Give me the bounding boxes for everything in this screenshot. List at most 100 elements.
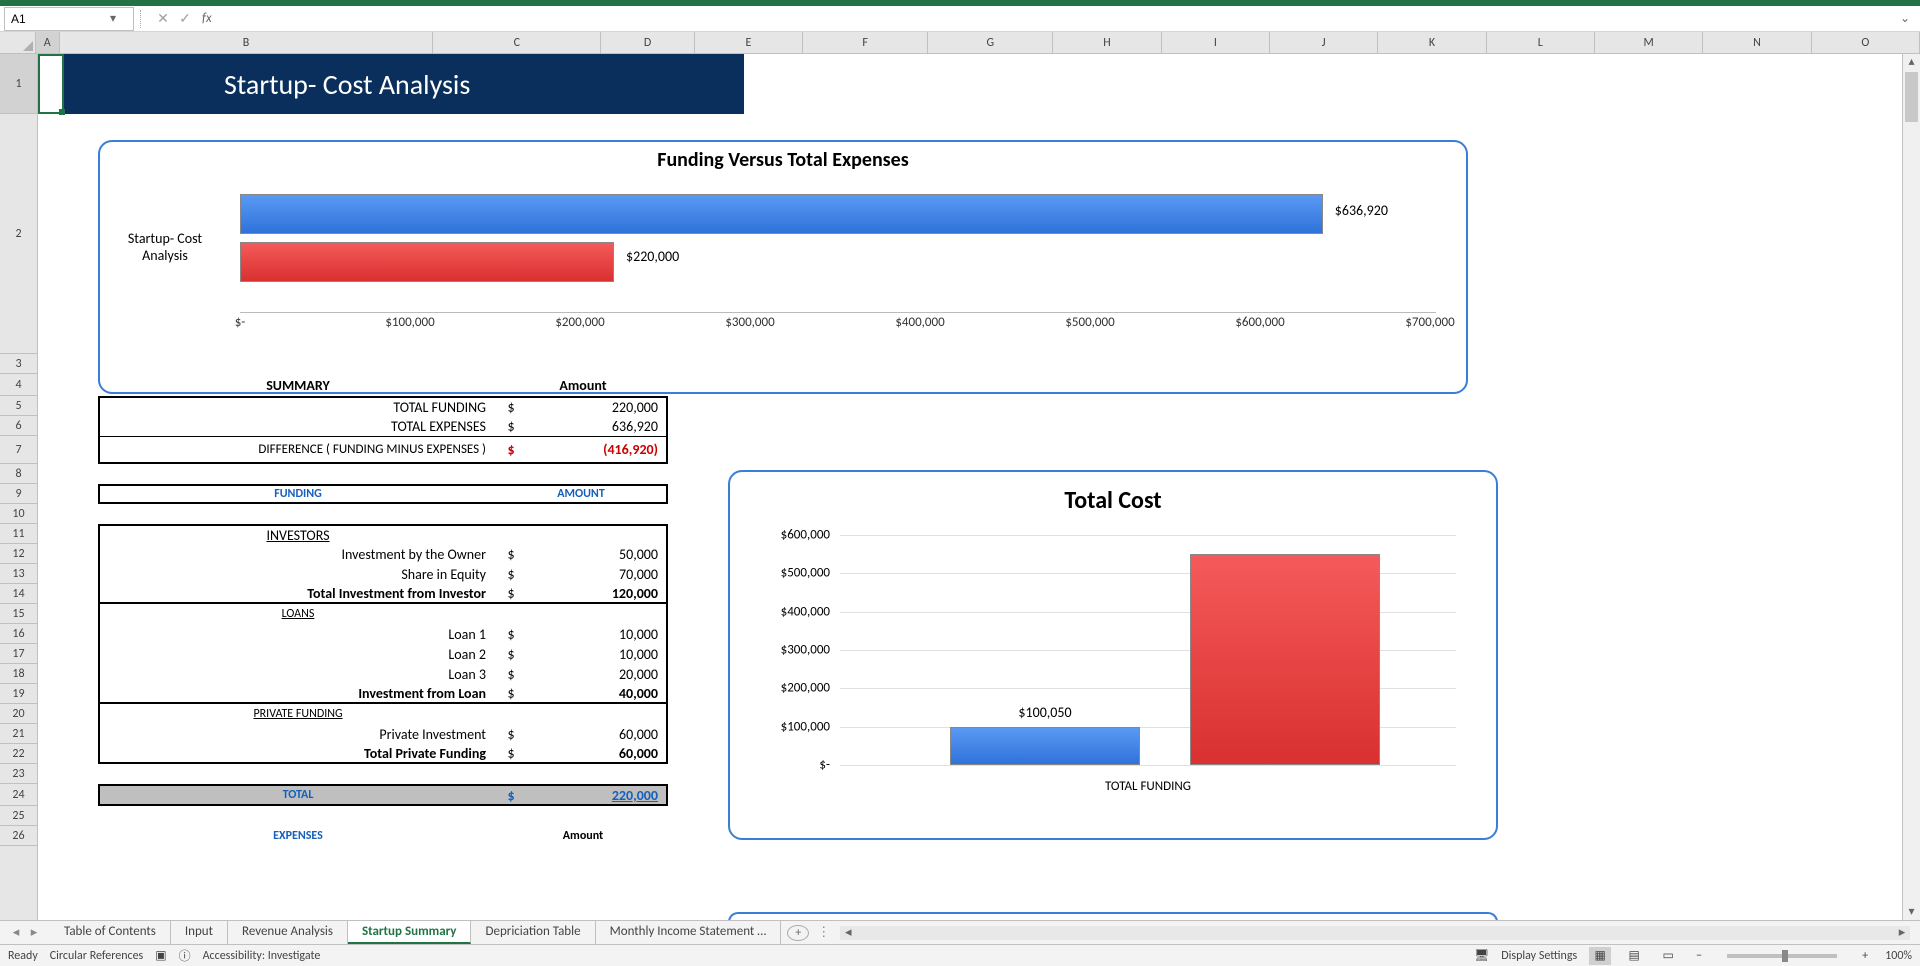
worksheet-canvas[interactable]: Startup- Cost Analysis Funding Versus To… [38, 54, 1920, 924]
chart-funding-vs-expenses[interactable]: Funding Versus Total Expenses Startup- C… [98, 140, 1468, 394]
col-header-N[interactable]: N [1703, 32, 1811, 53]
sheet-tab[interactable]: Startup Summary [348, 921, 472, 944]
row-header-6[interactable]: 6 [0, 416, 37, 436]
row-header-17[interactable]: 17 [0, 644, 37, 664]
col-header-A[interactable]: A [36, 32, 60, 53]
confirm-icon[interactable]: ✓ [174, 8, 196, 30]
column-headers: ABCDEFGHIJKLMNO [0, 32, 1920, 54]
vscroll-thumb[interactable] [1905, 72, 1918, 122]
table-row: SUMMARYAmount [98, 374, 668, 396]
sheet-tab[interactable]: Revenue Analysis [228, 921, 348, 944]
row-header-15[interactable]: 15 [0, 604, 37, 624]
row-header-7[interactable]: 7 [0, 436, 37, 464]
vertical-scrollbar[interactable]: ▴ ▾ [1902, 54, 1920, 920]
hscroll-right-icon[interactable]: ▸ [1894, 925, 1910, 940]
col-header-D[interactable]: D [601, 32, 694, 53]
name-box-dropdown-icon[interactable]: ▾ [105, 11, 121, 26]
col-header-J[interactable]: J [1270, 32, 1378, 53]
record-macro-icon[interactable]: ▣ [155, 948, 166, 963]
col-header-E[interactable]: E [695, 32, 803, 53]
name-box[interactable]: ▾ [4, 7, 134, 31]
chart-total-cost[interactable]: Total Cost $-$100,000$200,000$300,000$40… [728, 470, 1498, 840]
view-normal-icon[interactable]: ▦ [1589, 947, 1611, 965]
sheet-tab[interactable]: Input [171, 921, 228, 944]
table-row: LOANS [98, 604, 668, 624]
col-header-G[interactable]: G [928, 32, 1053, 53]
sheet-tab[interactable]: Monthly Income Statement … [596, 921, 782, 944]
col-header-H[interactable]: H [1053, 32, 1161, 53]
row-header-22[interactable]: 22 [0, 744, 37, 764]
col-header-O[interactable]: O [1812, 32, 1920, 53]
row-header-25[interactable]: 25 [0, 806, 37, 826]
tab-drag-icon[interactable]: ⋮ [817, 925, 830, 940]
sheet-tab[interactable]: Depriciation Table [471, 921, 595, 944]
sheet-tab[interactable]: Table of Contents [50, 921, 171, 944]
col-header-L[interactable]: L [1487, 32, 1595, 53]
row-header-23[interactable]: 23 [0, 764, 37, 784]
col-header-F[interactable]: F [803, 32, 928, 53]
zoom-slider[interactable] [1727, 954, 1837, 958]
row-header-11[interactable]: 11 [0, 524, 37, 544]
formula-input[interactable] [212, 8, 1896, 30]
row-header-9[interactable]: 9 [0, 484, 37, 504]
table-row: Private Investment$60,000 [98, 724, 668, 744]
chart1-tick: $100,000 [385, 315, 434, 330]
display-settings-icon[interactable]: 🖥 [1474, 948, 1489, 963]
accessibility-icon[interactable]: ⓘ [179, 947, 191, 964]
chart1-tick: $400,000 [895, 315, 944, 330]
col-header-I[interactable]: I [1162, 32, 1270, 53]
chart2-plot: $-$100,000$200,000$300,000$400,000$500,0… [840, 535, 1456, 795]
row-header-16[interactable]: 16 [0, 624, 37, 644]
row-header-5[interactable]: 5 [0, 396, 37, 416]
row-header-3[interactable]: 3 [0, 354, 37, 374]
view-page-layout-icon[interactable]: ▤ [1623, 947, 1645, 965]
view-page-break-icon[interactable]: ▭ [1657, 947, 1679, 965]
hscroll-track[interactable] [856, 926, 1894, 940]
row-header-20[interactable]: 20 [0, 704, 37, 724]
zoom-thumb[interactable] [1782, 950, 1788, 962]
row-header-18[interactable]: 18 [0, 664, 37, 684]
row-header-10[interactable]: 10 [0, 504, 37, 524]
status-accessibility[interactable]: Accessibility: Investigate [203, 949, 321, 963]
zoom-in-button[interactable]: + [1857, 949, 1873, 963]
chart1-tick: $500,000 [1065, 315, 1114, 330]
tab-next-icon[interactable]: ▸ [26, 925, 42, 940]
col-header-K[interactable]: K [1378, 32, 1486, 53]
scroll-up-icon[interactable]: ▴ [1903, 54, 1920, 70]
chart2-ytick: $600,000 [750, 528, 830, 543]
chart2-ytick: $500,000 [750, 566, 830, 581]
zoom-level[interactable]: 100% [1885, 949, 1912, 963]
hscroll-left-icon[interactable]: ◂ [840, 925, 856, 940]
cancel-icon[interactable]: ✕ [152, 8, 174, 30]
tab-prev-icon[interactable]: ◂ [8, 925, 24, 940]
chart1-bar-label: $220,000 [626, 248, 679, 265]
zoom-out-button[interactable]: − [1691, 949, 1707, 963]
select-all-triangle[interactable] [0, 32, 36, 53]
row-header-24[interactable]: 24 [0, 784, 37, 806]
row-header-1[interactable]: 1 [0, 54, 37, 114]
row-header-21[interactable]: 21 [0, 724, 37, 744]
name-box-input[interactable] [5, 10, 105, 28]
row-header-13[interactable]: 13 [0, 564, 37, 584]
chart1-tick: $700,000 [1405, 315, 1454, 330]
horizontal-scrollbar[interactable]: ◂ ▸ [840, 926, 1910, 940]
col-header-B[interactable]: B [60, 32, 433, 53]
formula-expand-icon[interactable]: ⌄ [1896, 11, 1914, 26]
table-row: INVESTORS [98, 524, 668, 544]
row-header-12[interactable]: 12 [0, 544, 37, 564]
add-sheet-button[interactable]: + [787, 925, 809, 941]
sheet-tabs-bar: ◂ ▸ Table of ContentsInputRevenue Analys… [0, 920, 1920, 944]
row-header-26[interactable]: 26 [0, 826, 37, 846]
chart2-xlabel: TOTAL FUNDING [840, 779, 1456, 794]
col-header-M[interactable]: M [1595, 32, 1703, 53]
row-header-19[interactable]: 19 [0, 684, 37, 704]
display-settings-label[interactable]: Display Settings [1501, 949, 1577, 963]
scroll-down-icon[interactable]: ▾ [1903, 904, 1920, 920]
row-header-2[interactable]: 2 [0, 114, 37, 354]
col-header-C[interactable]: C [433, 32, 601, 53]
table-row: PRIVATE FUNDING [98, 704, 668, 724]
row-header-14[interactable]: 14 [0, 584, 37, 604]
row-header-8[interactable]: 8 [0, 464, 37, 484]
row-header-4[interactable]: 4 [0, 374, 37, 396]
fx-icon[interactable]: fx [202, 11, 212, 26]
